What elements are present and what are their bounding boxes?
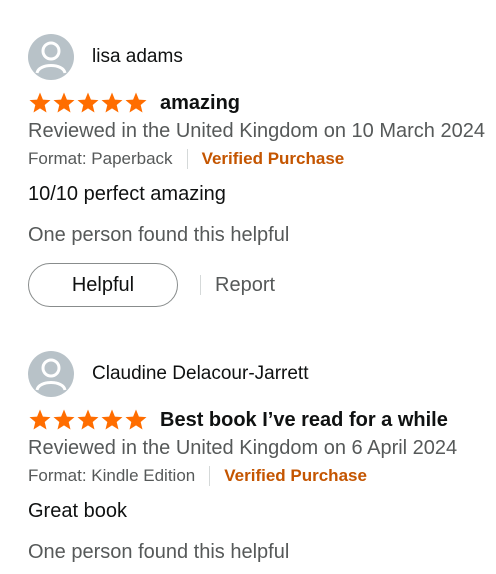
- star-icon: [53, 92, 75, 113]
- divider: [209, 466, 211, 486]
- helpful-count: One person found this helpful: [28, 541, 290, 563]
- star-icon: [125, 409, 147, 430]
- report-link[interactable]: Report: [215, 274, 275, 297]
- divider: [186, 149, 188, 169]
- verified-purchase-badge: Verified Purchase: [224, 466, 367, 485]
- reviewer-profile[interactable]: lisa adams: [28, 34, 496, 80]
- review-1: lisa adams amazing Reviewed in the Unite…: [28, 34, 496, 307]
- helpful-count: One person found this helpful: [28, 224, 290, 246]
- star-icon: [29, 409, 51, 430]
- reviewer-name[interactable]: Claudine Delacour-Jarrett: [92, 363, 309, 385]
- star-icon: [125, 92, 147, 113]
- review-date: Reviewed in the United Kingdom on 6 Apri…: [28, 437, 458, 459]
- star-rating: [28, 408, 148, 432]
- review-format[interactable]: Format: Paperback: [28, 149, 173, 169]
- helpful-button[interactable]: Helpful: [28, 263, 178, 307]
- star-rating: [28, 91, 148, 115]
- user-avatar-icon: [28, 34, 74, 80]
- review-2: Claudine Delacour-Jarrett Best book I’ve…: [28, 351, 496, 564]
- reviewer-name[interactable]: lisa adams: [92, 46, 183, 68]
- divider: [200, 275, 201, 295]
- star-icon: [77, 92, 99, 113]
- review-body: Great book: [28, 500, 127, 522]
- user-avatar-icon: [28, 351, 74, 397]
- star-icon: [101, 409, 123, 430]
- star-icon: [29, 92, 51, 113]
- reviewer-profile[interactable]: Claudine Delacour-Jarrett: [28, 351, 496, 397]
- review-title[interactable]: Best book I’ve read for a while: [160, 409, 448, 432]
- review-body: 10/10 perfect amazing: [28, 183, 226, 205]
- star-icon: [77, 409, 99, 430]
- review-title[interactable]: amazing: [160, 92, 240, 115]
- review-date: Reviewed in the United Kingdom on 10 Mar…: [28, 120, 485, 142]
- review-format[interactable]: Format: Kindle Edition: [28, 466, 195, 486]
- star-icon: [101, 92, 123, 113]
- verified-purchase-badge: Verified Purchase: [201, 149, 345, 168]
- star-icon: [53, 409, 75, 430]
